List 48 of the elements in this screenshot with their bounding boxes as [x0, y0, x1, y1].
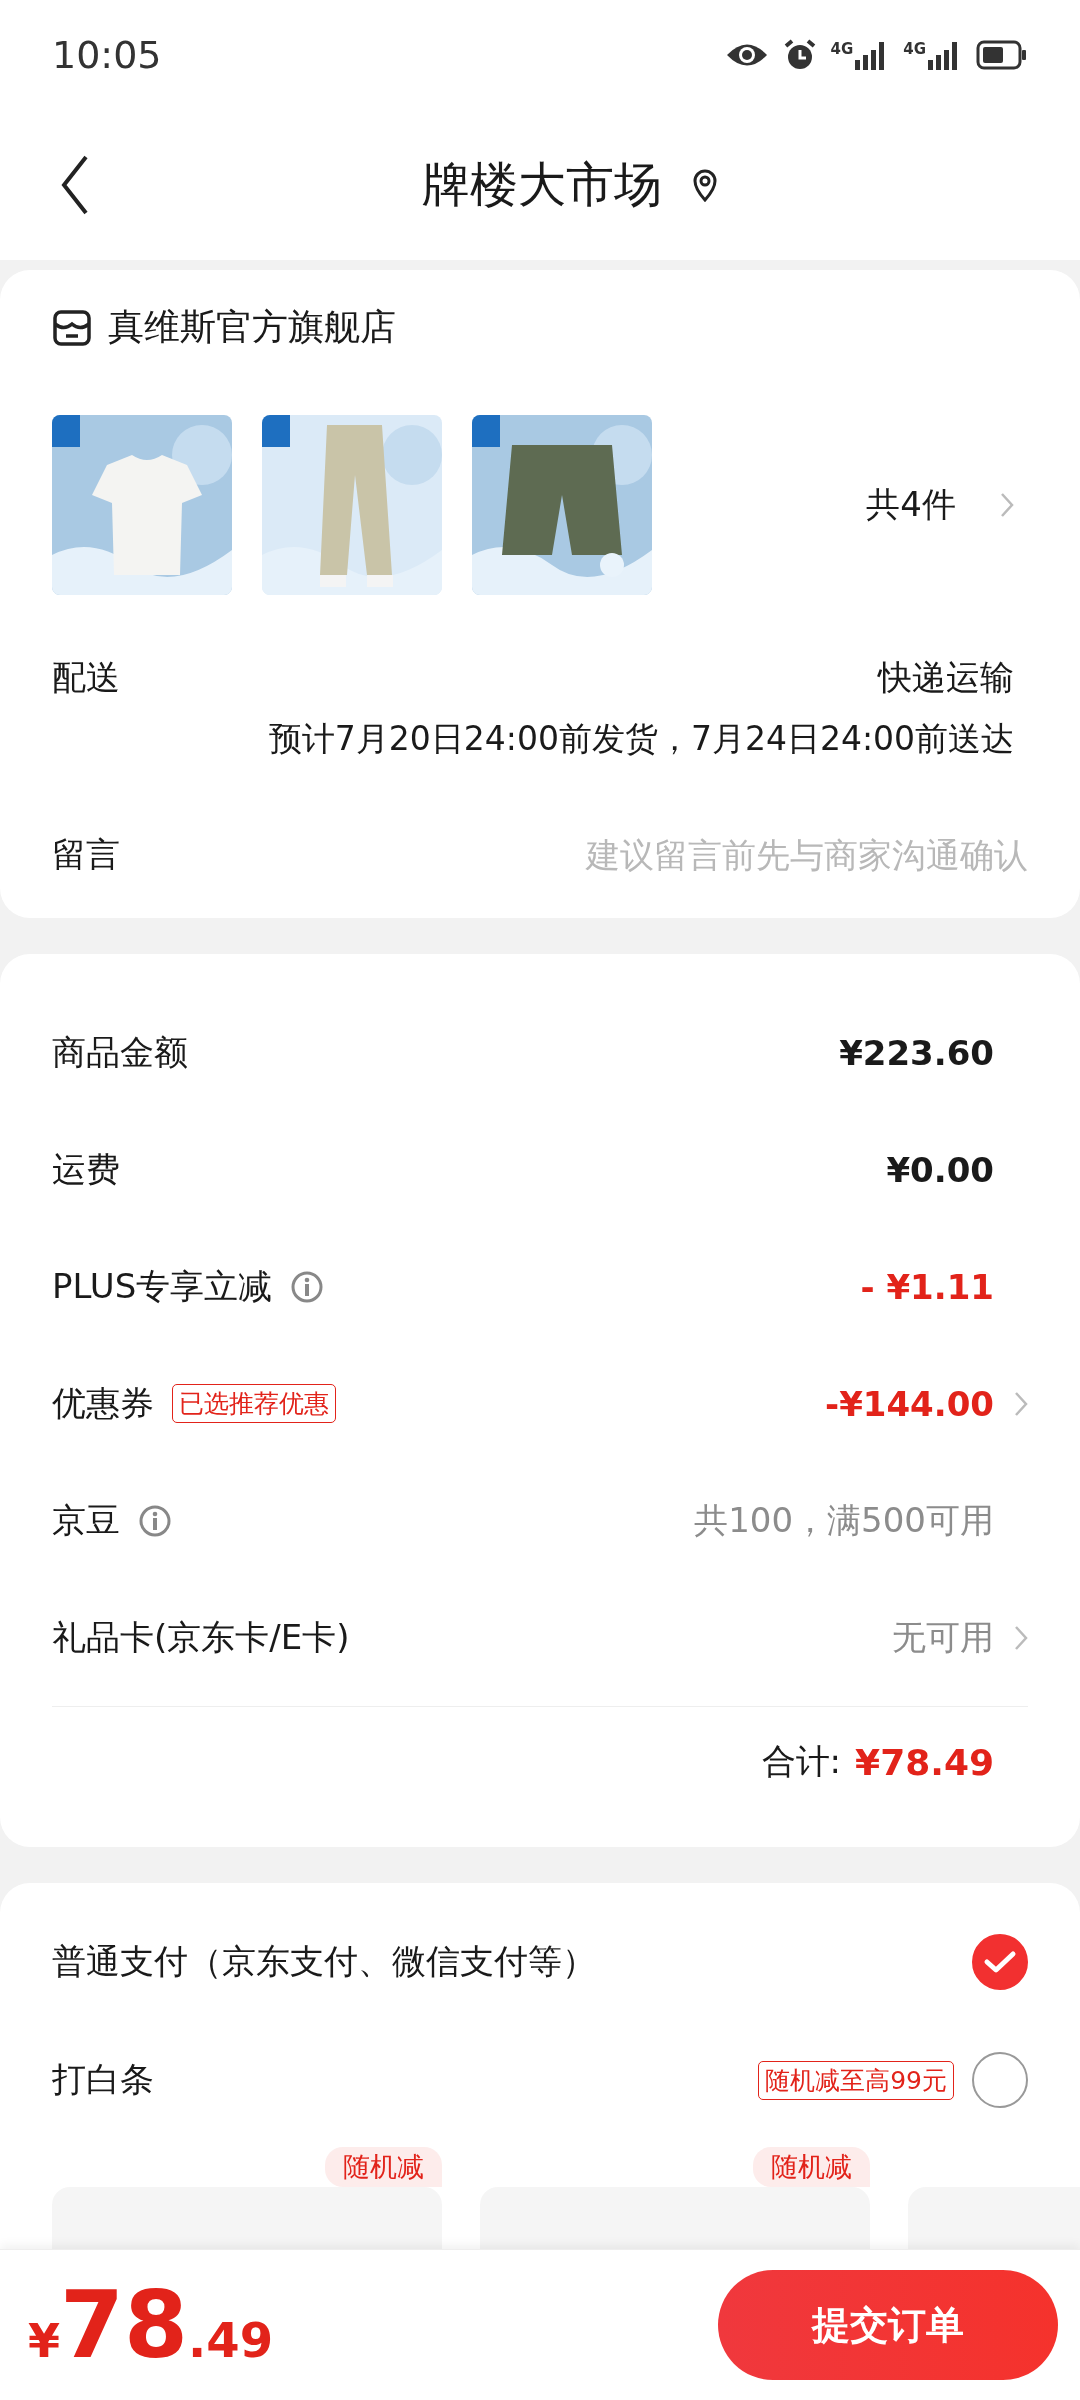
price-currency: ¥	[28, 2313, 60, 2368]
info-icon[interactable]	[138, 1503, 172, 1538]
cost-value: ¥0.00	[886, 1149, 994, 1190]
cost-label: 商品金额	[52, 1030, 188, 1074]
checkmark-icon	[983, 1949, 1017, 1975]
network-label: 4G	[830, 40, 854, 58]
item-count[interactable]: 共4件	[866, 482, 956, 528]
message-label: 留言	[52, 833, 120, 876]
chevron-right-icon[interactable]	[1014, 1390, 1028, 1417]
back-icon[interactable]	[60, 155, 90, 215]
price-decimal: .49	[188, 2311, 274, 2368]
total-label: 合计:	[761, 1740, 842, 1783]
cost-label: 礼品卡(京东卡/E卡)	[52, 1615, 350, 1659]
promo-tag: 随机减至高99元	[758, 2060, 954, 2100]
cost-value: 无可用	[892, 1615, 994, 1659]
cost-value: ¥223.60	[839, 1032, 994, 1073]
total-value: ¥78.49	[855, 1741, 994, 1783]
radio-button[interactable]	[972, 2052, 1028, 2108]
network-label: 4G	[903, 40, 926, 58]
payment-option[interactable]: 打白条	[52, 2057, 154, 2103]
cost-value: - ¥1.11	[860, 1266, 994, 1307]
battery-icon	[976, 40, 1028, 70]
radio-button[interactable]	[972, 1934, 1028, 1990]
promo-badge: 随机减	[753, 2147, 870, 2187]
delivery-method: 快递运输	[878, 656, 1015, 699]
store-name: 真维斯官方旗舰店	[108, 305, 396, 349]
cost-label: PLUS专享立减	[52, 1264, 273, 1308]
chevron-right-icon	[1000, 492, 1014, 518]
payment-option[interactable]: 普通支付（京东支付、微信支付等）	[52, 1939, 596, 1985]
store-icon	[52, 308, 92, 347]
chevron-right-icon[interactable]	[1014, 1624, 1028, 1651]
status-time: 10:05	[52, 33, 162, 77]
cost-value: -¥144.00	[825, 1383, 994, 1424]
promo-badge: 随机减	[325, 2147, 442, 2187]
price-integer: 78	[60, 2271, 189, 2379]
location-pin-icon	[692, 168, 718, 202]
delivery-label: 配送	[52, 656, 120, 699]
cost-label: 优惠券	[52, 1381, 154, 1425]
alarm-icon	[782, 38, 817, 72]
page-title: 牌楼大市场	[422, 155, 662, 214]
submit-order-button[interactable]: 提交订单	[718, 2270, 1058, 2380]
cost-value: 共100，满500可用	[694, 1498, 994, 1542]
message-field[interactable]: 建议留言前先与商家沟通确认	[468, 835, 1028, 875]
cost-label: 京豆	[52, 1498, 120, 1542]
coupon-tag: 已选推荐优惠	[172, 1384, 336, 1423]
delivery-estimate: 预计7月20日24:00前发货，7月24日24:00前送达	[268, 718, 1015, 760]
info-icon[interactable]	[290, 1269, 325, 1304]
cost-label: 运费	[52, 1147, 120, 1191]
